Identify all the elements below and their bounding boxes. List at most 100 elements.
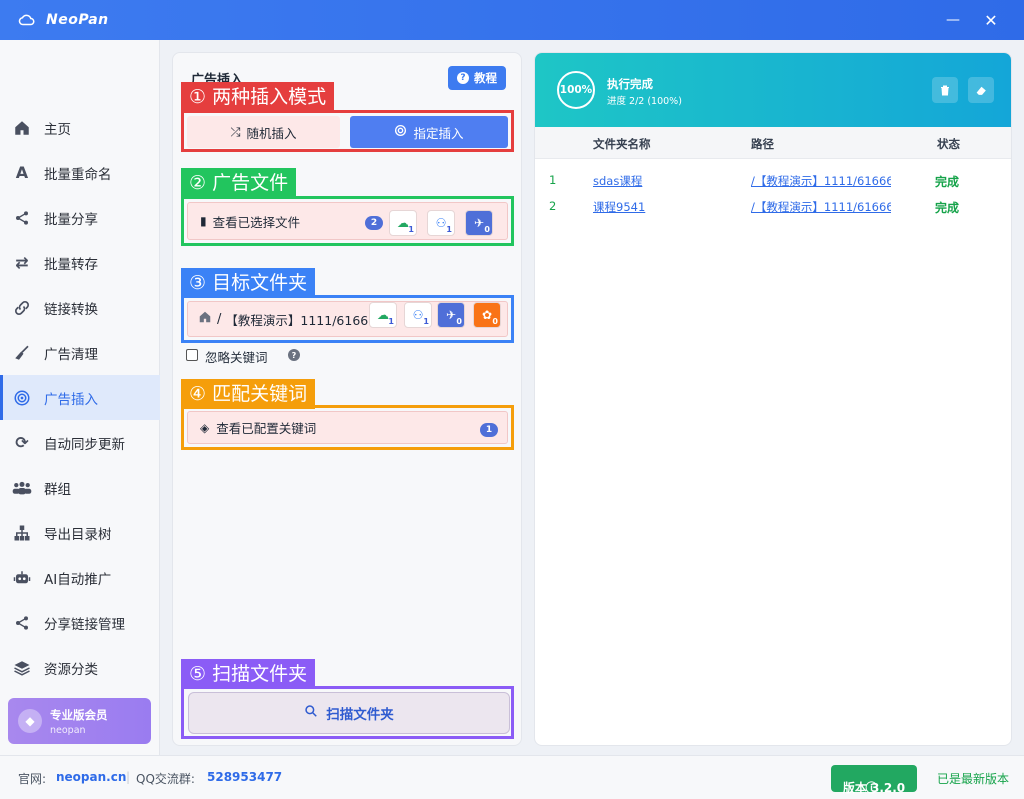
path-separator: / xyxy=(217,311,222,327)
search-icon xyxy=(304,704,318,722)
row-path[interactable]: /【教程演示】1111/616661a/sdas课程 xyxy=(751,173,891,189)
row-index: 2 xyxy=(549,199,557,213)
sidebar-item-share-link-manage[interactable]: 分享链接管理 xyxy=(0,600,160,645)
view-keywords-button[interactable]: ◈ 查看已配置关键词 xyxy=(187,411,508,444)
home-icon xyxy=(12,118,32,138)
shuffle-icon: ⤮ xyxy=(230,124,241,139)
sidebar-item-link-convert[interactable]: 链接转换 xyxy=(0,285,160,330)
target-insert-button[interactable]: 指定插入 xyxy=(350,116,508,148)
clear-button[interactable] xyxy=(968,77,994,103)
footer-divider: | xyxy=(126,770,131,784)
execution-result-panel: 100% 执行完成 进度 2/2 (100%) 文件夹名称 路径 状态 1 sd… xyxy=(534,52,1012,746)
sidebar-item-batch-rename[interactable]: A 批量重命名 xyxy=(0,150,160,195)
insert-mode-box: ⤮ 随机插入 指定插入 xyxy=(181,110,514,152)
table-header: 文件夹名称 路径 状态 xyxy=(535,127,1011,159)
version-badge[interactable]: ⓘ 版本 3.2.0 xyxy=(831,765,917,795)
target-icon xyxy=(394,124,407,140)
latest-version-text: 已是最新版本 xyxy=(937,772,1010,786)
cloud-drive-2-icon[interactable]: ⚇ 1 xyxy=(404,302,432,328)
close-button[interactable]: ✕ xyxy=(978,8,1004,32)
home-icon xyxy=(198,310,212,328)
help-icon[interactable]: ? xyxy=(288,349,300,361)
view-selected-files-button[interactable]: ▮ 查看已选择文件 xyxy=(187,202,508,240)
scan-box: 扫描文件夹 xyxy=(181,686,514,739)
ignore-keywords-label: 忽略关键词 xyxy=(205,350,268,365)
users-icon xyxy=(12,478,32,498)
qq-group-number[interactable]: 528953477 xyxy=(207,770,282,784)
robot-icon xyxy=(12,568,32,588)
row-folder-name[interactable]: 课程9541 xyxy=(593,199,645,215)
folder-path-text: 【教程演示】1111/6166 xyxy=(225,312,369,328)
footer: 官网: neopan.cn | QQ交流群: 528953477 ⓘ 版本 3.… xyxy=(0,755,1024,799)
cloud-drive-2-icon[interactable]: ⚇ 1 xyxy=(427,210,455,236)
progress-ring: 100% xyxy=(557,71,595,109)
sidebar-item-batch-share[interactable]: 批量分享 xyxy=(0,195,160,240)
cloud-logo-icon xyxy=(18,14,35,26)
sidebar-item-label: AI自动推广 xyxy=(44,571,112,588)
cloud-drive-3-icon[interactable]: ✈ 0 xyxy=(437,302,465,328)
row-folder-name[interactable]: sdas课程 xyxy=(593,173,642,189)
eraser-icon xyxy=(976,86,986,95)
sidebar-item-export-tree[interactable]: 导出目录树 xyxy=(0,510,160,555)
section-label-scan: ⑤ 扫描文件夹 xyxy=(181,659,316,689)
sidebar: 主页 A 批量重命名 批量分享 ⇄ 批量转存 链接转换 广告清理 广告插入 ⟳ … xyxy=(0,40,160,755)
target-icon xyxy=(12,388,32,408)
sidebar-item-auto-sync[interactable]: ⟳ 自动同步更新 xyxy=(0,420,160,465)
qq-label: QQ交流群: xyxy=(136,772,195,786)
title-bar: NeoPan — ✕ xyxy=(0,0,1024,40)
row-status: 完成 xyxy=(935,175,960,189)
site-link[interactable]: neopan.cn xyxy=(56,770,126,784)
minimize-button[interactable]: — xyxy=(940,8,966,32)
sidebar-item-label: 主页 xyxy=(44,121,71,138)
share-icon xyxy=(12,208,32,228)
sidebar-item-label: 分享链接管理 xyxy=(44,616,125,633)
sidebar-item-home[interactable]: 主页 xyxy=(0,105,160,150)
cloud-drive-1-icon[interactable]: ☁ 1 xyxy=(389,210,417,236)
sidebar-nav: 主页 A 批量重命名 批量分享 ⇄ 批量转存 链接转换 广告清理 广告插入 ⟳ … xyxy=(0,105,160,690)
column-status: 状态 xyxy=(937,137,960,151)
table-row: 1 sdas课程 /【教程演示】1111/616661a/sdas课程 完成 xyxy=(535,173,1011,199)
sidebar-item-label: 自动同步更新 xyxy=(44,436,125,453)
scan-folder-button[interactable]: 扫描文件夹 xyxy=(188,692,510,734)
pro-subtitle: neopan xyxy=(50,724,86,736)
target-insert-label: 指定插入 xyxy=(413,125,464,141)
trash-icon xyxy=(941,85,949,95)
cloud-drive-3-icon[interactable]: ✈ 0 xyxy=(465,210,493,236)
random-insert-label: 随机插入 xyxy=(246,125,297,141)
ignore-keywords-checkbox[interactable] xyxy=(186,349,198,361)
sidebar-item-label: 广告插入 xyxy=(44,391,98,408)
sidebar-item-groups[interactable]: 群组 xyxy=(0,465,160,510)
scan-folder-label: 扫描文件夹 xyxy=(326,707,394,723)
version-label: 版本 3.2.0 xyxy=(842,781,906,795)
tutorial-button[interactable]: ? 教程 xyxy=(448,66,506,90)
table-row: 2 课程9541 /【教程演示】1111/616661a/课程9541 完成 xyxy=(535,199,1011,225)
view-selected-files-label: 查看已选择文件 xyxy=(212,214,301,230)
sidebar-item-ad-clean[interactable]: 广告清理 xyxy=(0,330,160,375)
tag-icon: ◈ xyxy=(200,420,210,435)
column-path: 路径 xyxy=(751,137,774,151)
file-icon: ▮ xyxy=(200,214,207,228)
app-title: NeoPan xyxy=(46,12,109,28)
cloud-drive-4-icon[interactable]: ✿ 0 xyxy=(473,302,501,328)
sidebar-item-ad-insert[interactable]: 广告插入 xyxy=(0,375,160,420)
section-label-mode: ① 两种插入模式 xyxy=(181,82,335,112)
pro-membership-card[interactable]: ◆ 专业版会员 neopan xyxy=(8,698,151,744)
sidebar-item-resource-category[interactable]: 资源分类 xyxy=(0,645,160,690)
tutorial-label: 教程 xyxy=(474,71,497,85)
link-icon xyxy=(12,298,32,318)
sidebar-item-label: 广告清理 xyxy=(44,346,98,363)
cloud-drive-1-icon[interactable]: ☁ 1 xyxy=(369,302,397,328)
sidebar-item-label: 群组 xyxy=(44,481,71,498)
sidebar-item-ai-promote[interactable]: AI自动推广 xyxy=(0,555,160,600)
row-path[interactable]: /【教程演示】1111/616661a/课程9541 xyxy=(751,199,891,215)
sidebar-item-batch-transfer[interactable]: ⇄ 批量转存 xyxy=(0,240,160,285)
sidebar-item-label: 批量分享 xyxy=(44,211,98,228)
keywords-count-badge: 1 xyxy=(480,423,498,437)
delete-button[interactable] xyxy=(932,77,958,103)
row-status: 完成 xyxy=(935,201,960,215)
random-insert-button[interactable]: ⤮ 随机插入 xyxy=(187,116,340,148)
files-count-badge: 2 xyxy=(365,216,383,230)
sidebar-item-label: 资源分类 xyxy=(44,661,98,678)
transfer-icon: ⇄ xyxy=(15,253,29,272)
status-subtitle: 进度 2/2 (100%) xyxy=(607,96,682,107)
